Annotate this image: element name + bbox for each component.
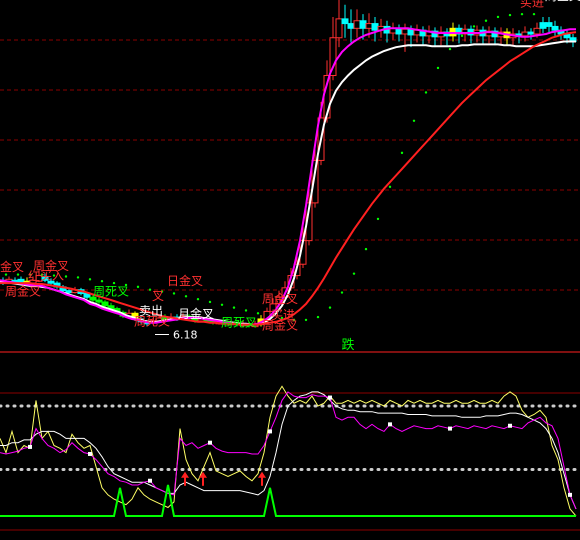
trend-dot (208, 300, 212, 304)
annotation-label: 金叉 (0, 259, 24, 274)
trend-dot (388, 185, 392, 189)
annotation-label: 红 (28, 268, 40, 283)
trend-dot (76, 276, 80, 279)
annotation-label: 买进 (520, 0, 544, 10)
trend-dot (316, 315, 320, 319)
trend-dot (508, 13, 512, 17)
indicator-point (268, 429, 272, 434)
candle-body (353, 20, 361, 29)
annotation-label: 月金叉 (178, 306, 214, 321)
trend-dot (460, 34, 464, 38)
trend-dot (484, 19, 488, 22)
trend-dot (532, 12, 536, 16)
candle-body (401, 28, 409, 35)
trend-dot (400, 151, 404, 155)
candle-body (341, 18, 349, 25)
annotation-label: 日金叉 (167, 273, 203, 288)
trend-dot (148, 288, 152, 291)
indicator-point (208, 440, 212, 445)
candle-body (533, 27, 541, 35)
trend-dot (88, 278, 92, 281)
candle-body (545, 22, 553, 27)
trend-dot (328, 306, 332, 309)
trend-dot (472, 25, 476, 28)
low-marker-label: 6.18 (173, 329, 198, 342)
trend-dot (64, 275, 68, 278)
annotation-label: 周金叉 (262, 291, 298, 306)
candle-body (65, 290, 73, 294)
indicator-point (388, 422, 392, 427)
divider-label: 跌 (341, 337, 354, 353)
trend-dot (496, 15, 500, 19)
trend-dot (364, 247, 368, 251)
candle-body (347, 23, 355, 29)
trend-dot (520, 12, 524, 16)
indicator-point (328, 395, 332, 400)
trend-dot (448, 47, 452, 51)
trend-dot (244, 309, 248, 312)
trend-dot (352, 272, 356, 275)
trend-dot (256, 312, 260, 315)
candle-body (359, 20, 367, 29)
indicator-point (568, 492, 572, 497)
candle-body (527, 31, 535, 35)
trend-dot (304, 318, 308, 322)
stock-chart: 金叉周金叉红买入周金叉周死叉日金叉叉月金叉卖出周死叉周死叉买进周金叉周金叉买进周… (0, 0, 580, 540)
trend-dot (184, 295, 188, 298)
candle-body (17, 278, 25, 283)
candle-body (371, 23, 379, 31)
trend-dot (172, 292, 176, 295)
trend-dot (232, 306, 236, 309)
candle-body (365, 23, 373, 29)
candle-body (551, 25, 559, 31)
annotation-label: 周死叉 (93, 284, 129, 298)
indicator-point (448, 426, 452, 431)
trend-dot (436, 66, 440, 70)
indicator-point (508, 423, 512, 428)
trend-dot (220, 303, 224, 307)
annotation-label: 周死叉 (134, 315, 170, 329)
candle-body (521, 31, 529, 37)
annotation-label: 周金叉 (262, 317, 298, 332)
trend-dot (340, 291, 344, 294)
indicator-point (148, 478, 152, 483)
candle-body (539, 22, 547, 29)
trend-dot (196, 297, 200, 301)
annotation-label: 叉 (152, 289, 164, 303)
candle-body (95, 299, 103, 303)
trend-dot (100, 280, 104, 283)
annotation-label: 周死叉 (221, 316, 257, 330)
indicator-point (88, 451, 92, 456)
trend-dot (376, 217, 380, 221)
trend-dot (136, 285, 140, 289)
candle-body (335, 18, 343, 39)
trend-dot (424, 91, 428, 94)
chart-background (0, 0, 580, 540)
indicator-point (28, 444, 32, 449)
annotation-label: 买入 (40, 268, 64, 282)
annotation-label: 周金叉 (5, 283, 41, 298)
annotation-label: 周金叉 (545, 0, 580, 3)
trend-dot (412, 119, 416, 122)
candle-body (101, 301, 109, 307)
